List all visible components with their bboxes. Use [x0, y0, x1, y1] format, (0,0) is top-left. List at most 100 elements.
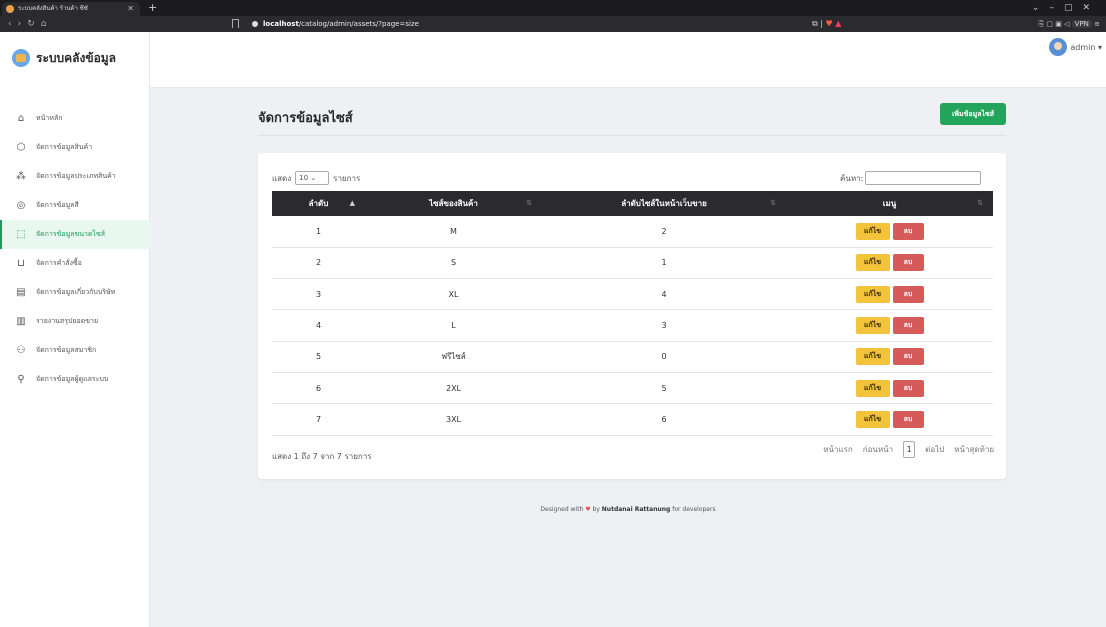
- cart-icon: ⊔: [17, 258, 25, 269]
- sidebar-menu: ⌂ หน้าหลัก ⬡ จัดการข้อมูลสินค้า ⁂ จัดการข้อ…: [0, 104, 150, 394]
- author-link[interactable]: Nutdanai Rattanung: [602, 506, 671, 513]
- brand-logo-icon: [12, 49, 30, 67]
- favicon-icon: [6, 5, 14, 13]
- browser-tabbar: ระบบคลังสินค้า ร้านค้า ซีซั ✕ + ⌄–▢✕: [0, 0, 1106, 16]
- url-action-icons[interactable]: ⧉ | ♥ ▲: [812, 16, 841, 32]
- sidebar-item-products[interactable]: ⬡ จัดการข้อมูลสินค้า: [0, 133, 150, 162]
- toolbar-icons[interactable]: ⎘ ▢ ▣ ◁ VPN ≡: [1039, 16, 1100, 32]
- sidebar-item-sizes[interactable]: ⬚ จัดการข้อมูลขนาดไซส์: [0, 220, 150, 249]
- edit-button[interactable]: แก้ไข: [855, 254, 890, 272]
- admin-user-icon: ⚲: [17, 374, 25, 385]
- edit-button[interactable]: แก้ไข: [855, 317, 890, 335]
- cell-display-order: 6: [542, 403, 786, 436]
- cell-size: ฟรีไซส์: [365, 341, 542, 373]
- pager-next[interactable]: ต่อไป: [925, 443, 944, 456]
- column-header-order[interactable]: ลำดับ ▲: [272, 191, 365, 216]
- column-header-display-order[interactable]: ลำดับไซส์ในหน้าเว็บขาย ⇅: [542, 191, 786, 216]
- cell-order: 2: [272, 247, 365, 280]
- cell-actions: แก้ไข ลบ: [786, 372, 993, 405]
- cell-display-order: 5: [542, 372, 786, 405]
- close-tab-icon[interactable]: ✕: [127, 2, 134, 16]
- nav-buttons[interactable]: ‹›↻⌂: [8, 16, 52, 32]
- cell-display-order: 2: [542, 216, 786, 248]
- edit-button[interactable]: แก้ไข: [855, 379, 890, 397]
- sidebar-item-admins[interactable]: ⚲ จัดการข้อมูลผู้ดูแลระบบ: [0, 365, 150, 394]
- sidebar-item-orders[interactable]: ⊔ จัดการคำสั่งซื้อ: [0, 249, 150, 278]
- cell-order: 5: [272, 341, 365, 373]
- site-info-icon[interactable]: [252, 21, 258, 27]
- cell-order: 1: [272, 216, 365, 248]
- cell-order: 6: [272, 372, 365, 405]
- report-icon: ▥: [16, 316, 26, 327]
- cell-display-order: 1: [542, 247, 786, 280]
- cell-order: 4: [272, 309, 365, 342]
- delete-button[interactable]: ลบ: [892, 285, 924, 303]
- pager-current[interactable]: 1: [903, 441, 916, 458]
- size-icon: ⬚: [16, 229, 26, 240]
- cell-order: 3: [272, 278, 365, 311]
- delete-button[interactable]: ลบ: [892, 222, 924, 240]
- column-header-size[interactable]: ไซส์ของสินค้า ⇅: [365, 191, 542, 216]
- cell-order: 7: [272, 403, 365, 436]
- sort-icon: ⇅: [526, 199, 532, 207]
- sidebar-item-categories[interactable]: ⁂ จัดการข้อมูลประเภทสินค้า: [0, 162, 150, 191]
- cell-size: 2XL: [365, 372, 542, 405]
- delete-button[interactable]: ลบ: [892, 317, 924, 335]
- column-header-menu[interactable]: เมนู ⇅: [786, 191, 993, 216]
- pager-prev[interactable]: ก่อนหน้า: [863, 443, 893, 456]
- company-icon: ▤: [16, 287, 26, 298]
- search-label: ค้นหา:: [840, 173, 864, 183]
- chevron-down-icon: ▾: [1095, 42, 1102, 52]
- brave-shield-icon: ♥: [825, 19, 833, 28]
- sort-icon: ⇅: [977, 199, 983, 207]
- sidebar-item-company[interactable]: ▤ จัดการข้อมูลเกี่ยวกับบริษัท: [0, 278, 150, 307]
- avatar: [1049, 38, 1068, 56]
- sidebar: ระบบคลังข้อมูล ⌂ หน้าหลัก ⬡ จัดการข้อมูลสิ…: [0, 32, 150, 627]
- pager-last[interactable]: หน้าสุดท้าย: [954, 443, 994, 456]
- url-field[interactable]: localhost/catalog/admin/assets/?page=siz…: [252, 16, 419, 32]
- brand-name: ระบบคลังข้อมูล: [36, 50, 117, 65]
- window-controls[interactable]: ⌄–▢✕: [1032, 0, 1100, 16]
- divider: [258, 135, 1006, 136]
- delete-button[interactable]: ลบ: [892, 379, 924, 397]
- topbar: admin ▾: [150, 32, 1106, 88]
- box-icon: ⬡: [16, 142, 26, 153]
- heart-icon: ♥: [585, 506, 591, 513]
- new-tab-icon[interactable]: +: [148, 1, 157, 15]
- user-name: admin: [1070, 42, 1096, 52]
- table-row: 2 S 1 แก้ไข ลบ: [272, 247, 993, 280]
- sidebar-item-members[interactable]: ⚇ จัดการข้อมูลสมาชิก: [0, 336, 150, 365]
- footer: Designed with ♥ by Nutdanai Rattanung fo…: [540, 506, 716, 513]
- edit-button[interactable]: แก้ไข: [855, 285, 890, 303]
- table-row: 7 3XL 6 แก้ไข ลบ: [272, 403, 993, 436]
- page-length-select[interactable]: 10 ⌄: [295, 171, 330, 185]
- delete-button[interactable]: ลบ: [892, 410, 924, 428]
- home-icon: ⌂: [17, 113, 25, 124]
- user-menu[interactable]: admin ▾: [1049, 38, 1102, 56]
- search-input[interactable]: [865, 171, 982, 185]
- delete-button[interactable]: ลบ: [892, 348, 924, 366]
- tab-title: ระบบคลังสินค้า ร้านค้า ซีซั: [18, 5, 88, 12]
- browser-tab[interactable]: ระบบคลังสินค้า ร้านค้า ซีซั ✕: [2, 2, 140, 16]
- cell-size: L: [365, 309, 542, 342]
- size-table: ลำดับ ▲ ไซส์ของสินค้า ⇅ ลำดับไซส์ในหน้าเว็…: [272, 191, 993, 436]
- brand[interactable]: ระบบคลังข้อมูล: [0, 32, 150, 84]
- cell-size: S: [365, 247, 542, 280]
- table-row: 1 M 2 แก้ไข ลบ: [272, 216, 993, 248]
- sidebar-item-colors[interactable]: ◎ จัดการข้อมูลสี: [0, 191, 150, 220]
- pagination: หน้าแรก ก่อนหน้า 1 ต่อไป หน้าสุดท้าย: [823, 441, 994, 458]
- cell-display-order: 0: [542, 341, 786, 373]
- pager-first[interactable]: หน้าแรก: [823, 443, 853, 456]
- edit-button[interactable]: แก้ไข: [855, 348, 890, 366]
- delete-button[interactable]: ลบ: [892, 254, 924, 272]
- edit-button[interactable]: แก้ไข: [855, 410, 890, 428]
- table-row: 6 2XL 5 แก้ไข ลบ: [272, 372, 993, 405]
- table-row: 5 ฟรีไซส์ 0 แก้ไข ลบ: [272, 341, 993, 373]
- sidebar-item-home[interactable]: ⌂ หน้าหลัก: [0, 104, 150, 133]
- edit-button[interactable]: แก้ไข: [855, 222, 890, 240]
- bookmark-icon[interactable]: [232, 19, 239, 28]
- page-length-control: แสดง 10 ⌄ รายการ: [272, 171, 360, 185]
- cell-display-order: 3: [542, 309, 786, 342]
- sidebar-item-report[interactable]: ▥ รายงานสรุปยอดขาย: [0, 307, 150, 336]
- add-size-button[interactable]: เพิ่มข้อมูลไซส์: [940, 103, 1006, 125]
